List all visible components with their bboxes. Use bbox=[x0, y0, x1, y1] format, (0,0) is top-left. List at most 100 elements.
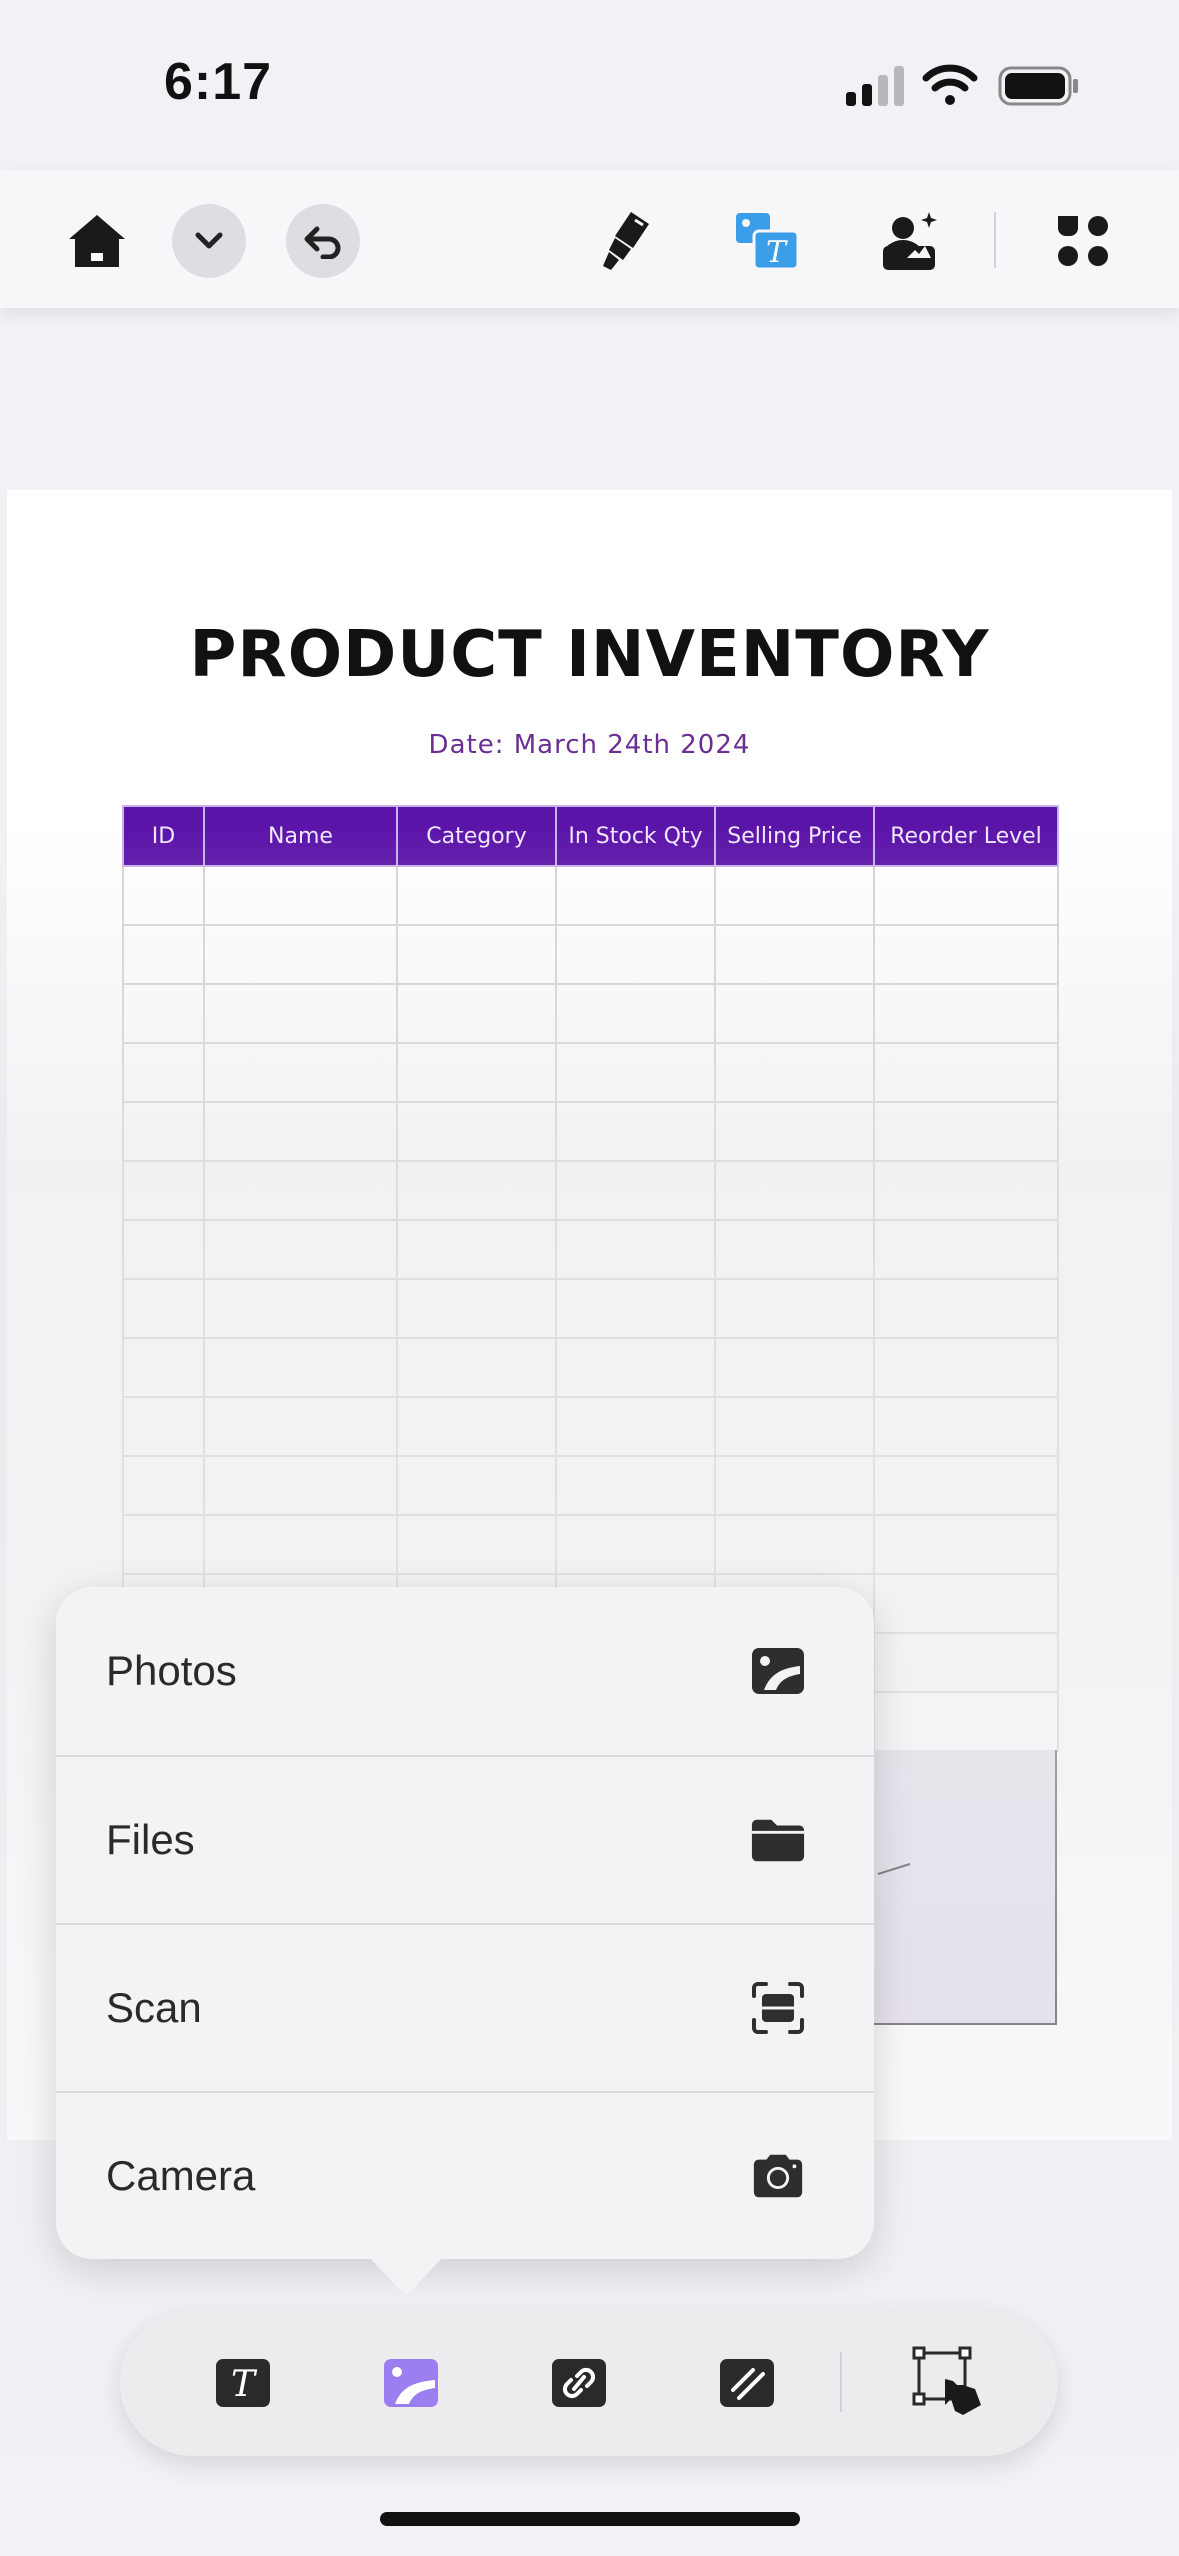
table-header-row: ID Name Category In Stock Qty Selling Pr… bbox=[122, 805, 1059, 867]
menu-item-scan[interactable]: Scan bbox=[56, 1923, 874, 2091]
photo-icon bbox=[750, 1643, 806, 1699]
table-cell bbox=[714, 1455, 875, 1516]
menu-pointer bbox=[368, 2256, 444, 2296]
table-row bbox=[122, 1337, 1059, 1398]
apps-button[interactable] bbox=[1046, 204, 1120, 278]
home-indicator bbox=[380, 2512, 800, 2526]
column-header: In Stock Qty bbox=[555, 805, 716, 867]
document-title: PRODUCT INVENTORY bbox=[189, 618, 990, 692]
status-bar: 6:17 bbox=[0, 0, 1179, 170]
table-cell bbox=[396, 1278, 557, 1339]
collapse-button[interactable] bbox=[172, 204, 246, 278]
table-cell bbox=[396, 1160, 557, 1221]
column-header: Reorder Level bbox=[873, 805, 1059, 867]
table-row bbox=[122, 1278, 1059, 1339]
table-cell bbox=[555, 1160, 716, 1221]
image-tool-button[interactable] bbox=[374, 2346, 448, 2420]
table-cell bbox=[122, 924, 205, 985]
table-cell bbox=[203, 1101, 398, 1162]
table-cell bbox=[203, 1514, 398, 1575]
table-cell bbox=[555, 1278, 716, 1339]
column-header: Selling Price bbox=[714, 805, 875, 867]
table-cell bbox=[714, 1514, 875, 1575]
table-cell bbox=[873, 1396, 1059, 1457]
toolbar-divider bbox=[840, 2352, 842, 2412]
table-cell bbox=[203, 1455, 398, 1516]
table-cell bbox=[555, 1514, 716, 1575]
table-cell bbox=[555, 865, 716, 926]
shape-tool-button[interactable] bbox=[710, 2346, 784, 2420]
table-cell bbox=[873, 1278, 1059, 1339]
table-cell bbox=[122, 1101, 205, 1162]
table-cell bbox=[396, 983, 557, 1044]
table-cell bbox=[396, 1396, 557, 1457]
table-row bbox=[122, 1396, 1059, 1457]
table-row bbox=[122, 924, 1059, 985]
text-tool-button[interactable]: T bbox=[206, 2346, 280, 2420]
link-tool-button[interactable] bbox=[542, 2346, 616, 2420]
svg-text:T: T bbox=[231, 2364, 258, 2405]
table-cell bbox=[555, 1042, 716, 1103]
table-cell bbox=[714, 865, 875, 926]
table-cell bbox=[714, 1160, 875, 1221]
table-cell bbox=[122, 865, 205, 926]
table-cell bbox=[873, 924, 1059, 985]
table-row bbox=[122, 1042, 1059, 1103]
table-cell bbox=[122, 1396, 205, 1457]
scan-icon bbox=[750, 1980, 806, 2036]
column-header: ID bbox=[122, 805, 205, 867]
table-row bbox=[122, 983, 1059, 1044]
table-cell bbox=[122, 1160, 205, 1221]
table-cell bbox=[396, 1219, 557, 1280]
table-cell bbox=[555, 1455, 716, 1516]
table-cell bbox=[203, 865, 398, 926]
ai-person-button[interactable] bbox=[874, 204, 948, 278]
status-time: 6:17 bbox=[164, 53, 273, 111]
menu-item-files[interactable]: Files bbox=[56, 1755, 874, 1923]
table-cell bbox=[714, 1219, 875, 1280]
bottom-toolbar: T bbox=[120, 2310, 1058, 2456]
table-cell bbox=[555, 1219, 716, 1280]
folder-icon bbox=[750, 1812, 806, 1868]
table-cell bbox=[396, 1337, 557, 1398]
table-cell bbox=[873, 1337, 1059, 1398]
table-cell bbox=[873, 1691, 1059, 1752]
highlighter-button[interactable] bbox=[588, 204, 662, 278]
svg-text:T: T bbox=[766, 235, 788, 270]
table-cell bbox=[873, 1160, 1059, 1221]
cellular-signal-icon bbox=[846, 66, 904, 106]
table-cell bbox=[873, 1042, 1059, 1103]
table-cell bbox=[122, 983, 205, 1044]
document-date: Date: March 24th 2024 bbox=[428, 730, 751, 760]
menu-item-camera[interactable]: Camera bbox=[56, 2091, 874, 2259]
table-cell bbox=[122, 1337, 205, 1398]
table-cell bbox=[122, 1219, 205, 1280]
table-cell bbox=[396, 1455, 557, 1516]
table-cell bbox=[203, 1042, 398, 1103]
table-cell bbox=[873, 1573, 1059, 1634]
table-cell bbox=[714, 983, 875, 1044]
menu-item-photos[interactable]: Photos bbox=[56, 1587, 874, 1755]
select-tool-button[interactable] bbox=[906, 2340, 992, 2426]
image-text-button[interactable]: T bbox=[730, 204, 804, 278]
apps-grid-icon bbox=[1058, 216, 1108, 266]
table-row bbox=[122, 1160, 1059, 1221]
home-icon bbox=[69, 215, 125, 267]
image-text-icon: T bbox=[736, 213, 800, 271]
table-cell bbox=[714, 924, 875, 985]
menu-item-label: Scan bbox=[106, 1984, 202, 2031]
menu-item-label: Camera bbox=[106, 2152, 256, 2199]
table-cell bbox=[714, 1101, 875, 1162]
top-toolbar: T bbox=[0, 170, 1179, 308]
chevron-down-icon bbox=[195, 232, 223, 249]
table-row bbox=[122, 1455, 1059, 1516]
home-button[interactable] bbox=[60, 204, 134, 278]
table-cell bbox=[203, 1278, 398, 1339]
table-cell bbox=[122, 1278, 205, 1339]
table-cell bbox=[873, 865, 1059, 926]
table-cell bbox=[873, 1514, 1059, 1575]
table-cell bbox=[555, 983, 716, 1044]
table-cell bbox=[396, 1042, 557, 1103]
table-row bbox=[122, 1219, 1059, 1280]
undo-button[interactable] bbox=[286, 204, 360, 278]
